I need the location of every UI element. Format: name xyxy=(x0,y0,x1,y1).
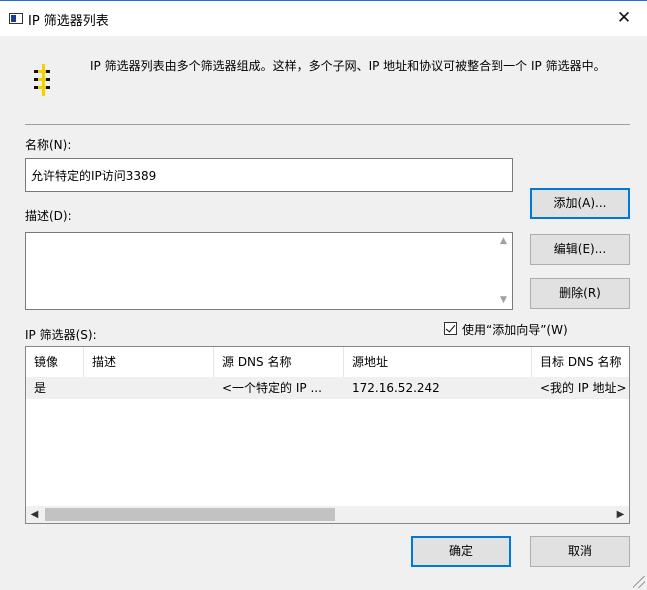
name-input[interactable] xyxy=(25,158,513,192)
description-scrollbar[interactable]: ▲ ▼ xyxy=(495,233,512,309)
name-label: 名称(N): xyxy=(25,138,72,152)
delete-button[interactable]: 删除(R) xyxy=(530,278,630,309)
window-title: IP 筛选器列表 xyxy=(28,14,109,29)
wizard-checkbox[interactable] xyxy=(444,322,457,335)
scroll-right-icon[interactable]: ▶ xyxy=(612,506,629,523)
wizard-checkbox-label[interactable]: 使用“添加向导”(W) xyxy=(462,321,568,338)
resize-grip-icon[interactable] xyxy=(633,576,645,588)
filter-list-icon xyxy=(34,64,54,96)
column-header-description[interactable]: 描述 xyxy=(84,347,214,377)
edit-button[interactable]: 编辑(E)... xyxy=(530,234,630,265)
list-horizontal-scrollbar[interactable]: ◀ ▶ xyxy=(26,506,629,523)
header-description: IP 筛选器列表由多个筛选器组成。这样，多个子网、IP 地址和协议可被整合到一个… xyxy=(90,59,606,73)
cell-mirror: 是 xyxy=(34,381,47,395)
cancel-button[interactable]: 取消 xyxy=(530,536,630,567)
window-icon xyxy=(9,13,23,24)
cell-dest-dns: <我的 IP 地址> xyxy=(540,381,627,395)
title-bar: IP 筛选器列表 ✕ xyxy=(0,0,647,36)
cell-description xyxy=(84,377,214,399)
table-row[interactable]: 是 <一个特定的 IP ... 172.16.52.242 <我的 IP 地址> xyxy=(26,377,629,399)
ip-filter-list[interactable]: 镜像 描述 源 DNS 名称 源地址 目标 DNS 名称 是 <一个特定的 IP… xyxy=(25,346,630,524)
description-label: 描述(D): xyxy=(25,209,72,223)
description-text xyxy=(26,233,512,239)
add-button[interactable]: 添加(A)... xyxy=(530,188,630,219)
column-header-dest-dns[interactable]: 目标 DNS 名称 xyxy=(532,347,629,377)
list-header: 镜像 描述 源 DNS 名称 源地址 目标 DNS 名称 xyxy=(26,347,629,377)
ok-button[interactable]: 确定 xyxy=(411,536,511,567)
header-divider xyxy=(25,124,630,125)
ip-filters-label: IP 筛选器(S): xyxy=(25,328,97,342)
dialog-content: IP 筛选器列表由多个筛选器组成。这样，多个子网、IP 地址和协议可被整合到一个… xyxy=(0,36,647,590)
description-textarea[interactable]: ▲ ▼ xyxy=(25,232,513,310)
scroll-up-icon[interactable]: ▲ xyxy=(495,233,512,250)
column-header-mirror[interactable]: 镜像 xyxy=(26,347,84,377)
scrollbar-thumb[interactable] xyxy=(45,508,335,521)
close-button[interactable]: ✕ xyxy=(601,1,647,36)
cell-source-dns: <一个特定的 IP ... xyxy=(222,381,322,395)
column-header-source-address[interactable]: 源地址 xyxy=(344,347,532,377)
column-header-source-dns[interactable]: 源 DNS 名称 xyxy=(214,347,344,377)
scroll-left-icon[interactable]: ◀ xyxy=(26,506,43,523)
cell-source-address: 172.16.52.242 xyxy=(352,381,440,395)
scroll-down-icon[interactable]: ▼ xyxy=(495,292,512,309)
